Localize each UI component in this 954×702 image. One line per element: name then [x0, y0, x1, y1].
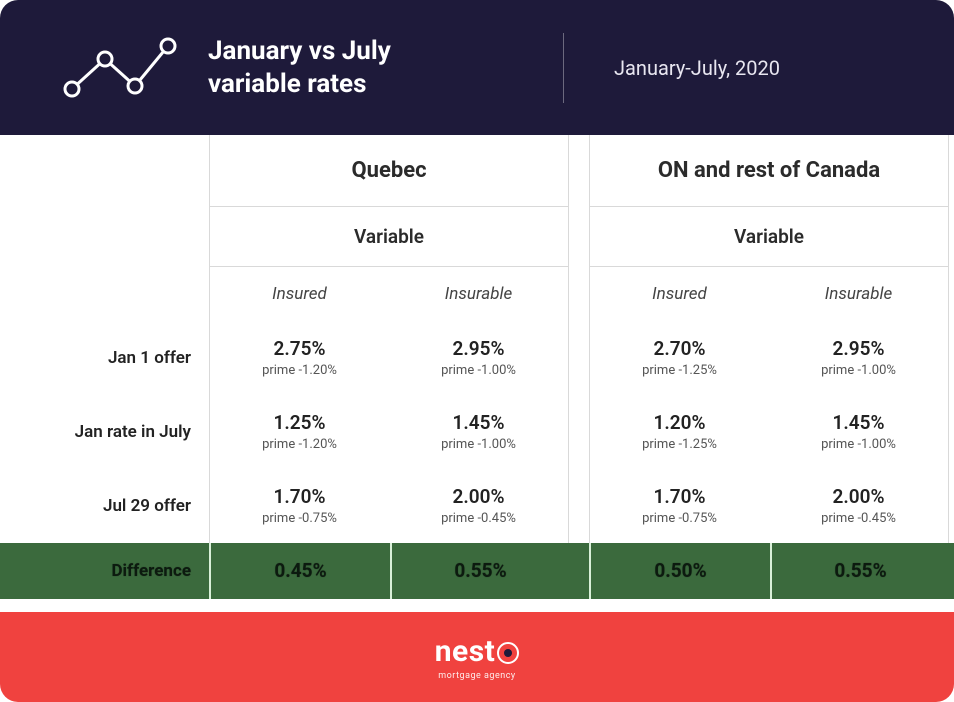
header-date-range: January-July, 2020 — [614, 56, 914, 80]
rate-value: 2.70% — [654, 338, 706, 361]
prime-value: prime -1.00% — [821, 437, 896, 452]
header-divider — [563, 33, 564, 103]
prime-value: prime -1.00% — [821, 363, 896, 378]
prime-value: prime -1.20% — [262, 363, 337, 378]
row-label: Jan rate in July — [75, 422, 191, 442]
prime-value: prime -1.00% — [441, 363, 516, 378]
prime-value: prime -1.25% — [642, 437, 717, 452]
brand-logo-icon — [497, 642, 519, 664]
rate-value: 2.95% — [453, 338, 505, 361]
prime-value: prime -1.00% — [441, 437, 516, 452]
table-row: Jul 29 offer 1.70% prime -0.75% 2.00% pr… — [0, 469, 954, 543]
difference-value: 0.45% — [274, 560, 326, 583]
rate-table: Quebec ON and rest of Canada Variable Va… — [0, 135, 954, 612]
difference-row: Difference 0.45% 0.55% 0.50% 0.55% — [0, 543, 954, 599]
header-title: January vs July variable rates — [208, 35, 391, 100]
prime-value: prime -1.25% — [642, 363, 717, 378]
rate-value: 2.00% — [833, 486, 885, 509]
rate-value: 2.00% — [453, 486, 505, 509]
table-row: Jan 1 offer 2.75% prime -1.20% 2.95% pri… — [0, 321, 954, 395]
prime-value: prime -0.75% — [642, 511, 717, 526]
insurance-type-header: Insured — [590, 267, 769, 321]
row-label: Jul 29 offer — [103, 496, 191, 516]
table-row: Jan rate in July 1.25% prime -1.20% 1.45… — [0, 395, 954, 469]
rate-type-row: Variable Variable — [0, 207, 954, 267]
row-label: Jan 1 offer — [108, 348, 191, 368]
prime-value: prime -0.45% — [441, 511, 516, 526]
prime-value: prime -0.45% — [821, 511, 896, 526]
footer: nest mortgage agency — [0, 612, 954, 702]
title-line-1: January vs July — [208, 36, 391, 66]
insurance-type-header: Insurable — [769, 267, 948, 321]
rate-type-header: Variable — [209, 207, 569, 267]
insurance-type-row: Insured Insurable Insured Insurable — [0, 267, 954, 321]
region-header-row: Quebec ON and rest of Canada — [0, 135, 954, 207]
rate-value: 1.70% — [274, 486, 326, 509]
insurance-type-header: Insured — [210, 267, 389, 321]
difference-value: 0.55% — [454, 560, 506, 583]
brand-logo: nest — [435, 634, 520, 669]
difference-label: Difference — [111, 561, 191, 581]
rate-value: 1.25% — [274, 412, 326, 435]
rate-value: 1.45% — [833, 412, 885, 435]
difference-value: 0.50% — [654, 560, 706, 583]
rate-value: 1.20% — [654, 412, 706, 435]
prime-value: prime -1.20% — [262, 437, 337, 452]
difference-value: 0.55% — [834, 560, 886, 583]
region-header: Quebec — [209, 135, 569, 207]
rate-value: 2.95% — [833, 338, 885, 361]
insurance-type-header: Insurable — [389, 267, 568, 321]
rate-value: 1.70% — [654, 486, 706, 509]
rate-value: 1.45% — [453, 412, 505, 435]
title-line-2: variable rates — [208, 69, 366, 99]
brand-text: nest — [435, 634, 496, 669]
region-header: ON and rest of Canada — [589, 135, 949, 207]
brand-tagline: mortgage agency — [438, 671, 515, 681]
line-chart-icon — [60, 31, 180, 105]
rate-type-header: Variable — [589, 207, 949, 267]
rate-value: 2.75% — [274, 338, 326, 361]
header: January vs July variable rates January-J… — [0, 0, 954, 135]
prime-value: prime -0.75% — [262, 511, 337, 526]
rate-comparison-card: January vs July variable rates January-J… — [0, 0, 954, 702]
